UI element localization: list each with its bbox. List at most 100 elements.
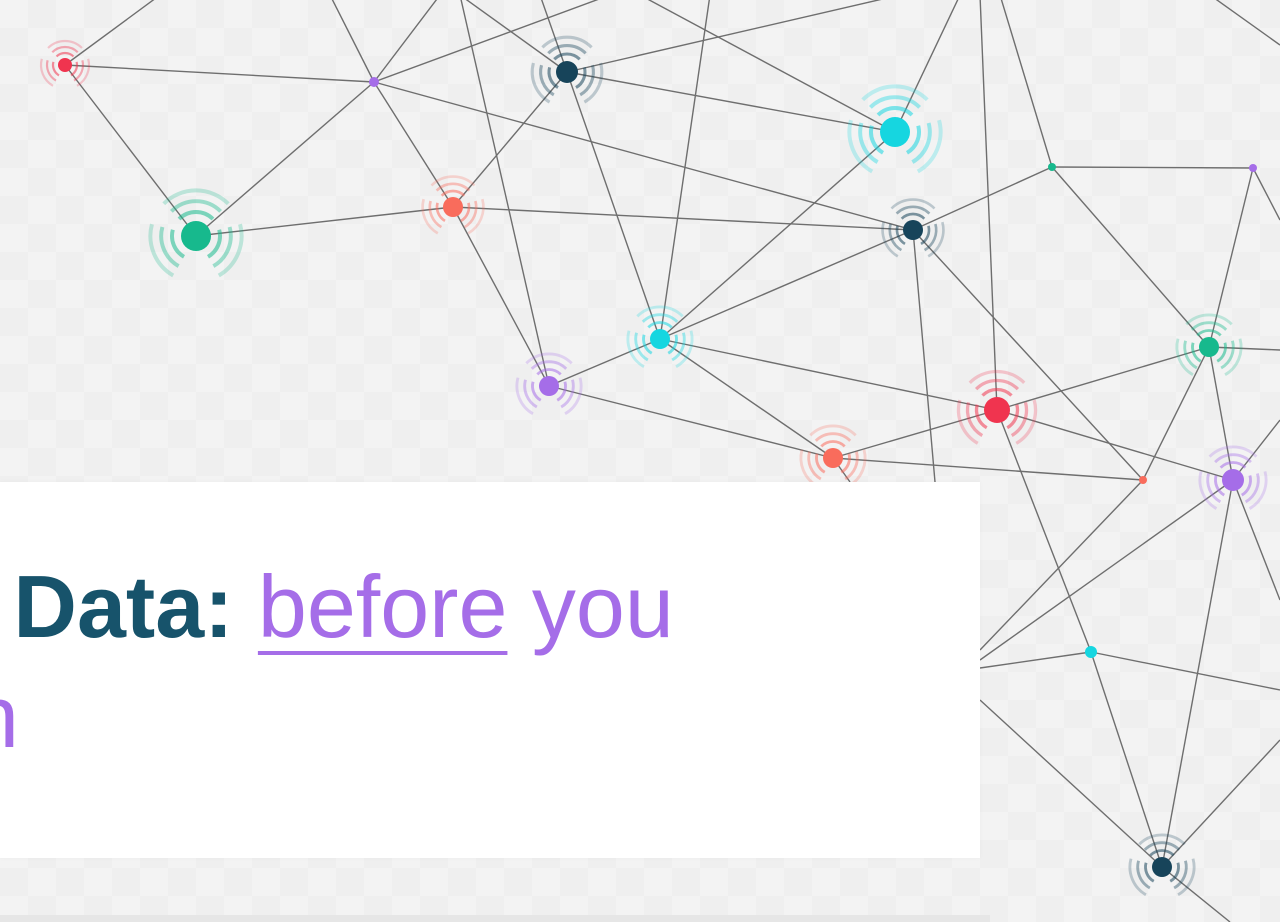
network-edge [1161,739,1280,868]
node-dot [650,329,670,349]
network-edge [1208,346,1280,351]
network-edge [894,0,959,133]
title-bold-text: k Data: [0,557,234,656]
network-edge [566,71,661,340]
signal-wave [553,52,581,61]
signal-wave [974,378,1020,391]
network-node [530,35,604,104]
signal-wave [1214,453,1252,464]
signal-wave [55,51,75,58]
network-node [515,352,583,416]
signal-wave [1196,329,1222,337]
network-node [421,175,485,235]
title-rest-text: you [507,557,674,656]
signal-wave [647,321,673,329]
node-dot [1222,469,1244,491]
network-edge [452,206,550,387]
network-edge [1232,419,1280,481]
network-node [1249,164,1257,172]
network-edge [979,479,1144,651]
network-edge [1161,866,1231,922]
network-node [1175,313,1243,377]
signal-wave [895,205,931,215]
node-dot [1152,857,1172,877]
network-edge [912,166,1053,231]
network-node [1085,646,1097,658]
network-edge [659,0,710,340]
network-edge [64,64,375,83]
signal-wave [876,106,914,117]
network-node [1198,445,1268,510]
signal-wave [868,95,922,109]
network-edge [647,0,896,133]
title-card [0,482,980,858]
network-edge [832,409,998,459]
signal-wave [536,368,562,376]
network-node [799,424,867,488]
network-edge [1051,166,1210,348]
network-edge [460,0,550,387]
signal-wave [900,212,926,220]
network-edge [64,64,197,237]
node-dot [443,197,463,217]
node-dot [556,61,578,83]
network-edge [659,229,914,340]
network-node [626,305,694,369]
node-dot [1139,476,1147,484]
network-edge [1252,167,1280,221]
signal-wave [547,44,587,55]
network-edge [331,0,375,83]
signal-wave [177,210,215,221]
network-edge [979,0,998,411]
node-dot [903,220,923,240]
network-edge [1215,0,1280,46]
node-dot [1048,163,1056,171]
node-dot [1085,646,1097,658]
signal-wave [1219,461,1247,469]
network-edge [979,479,1234,661]
signal-wave [641,313,679,323]
network-node [369,77,379,87]
network-edge [1232,479,1280,601]
signal-wave [169,199,223,213]
network-node [39,39,91,87]
network-edge [979,651,1092,669]
node-dot [181,221,211,251]
network-edge [195,206,454,237]
network-edge [195,81,375,237]
network-edge [1090,651,1280,691]
node-dot [984,397,1010,423]
network-node [881,198,945,258]
node-dot [369,77,379,87]
network-edge [996,409,1092,653]
node-dot [1199,337,1219,357]
node-dot [1249,164,1257,172]
slide-title: k Data: before you [0,552,940,662]
network-node [847,84,943,174]
network-edge [912,229,936,483]
network-edge [566,71,896,133]
signal-wave [820,440,846,448]
network-edge [465,0,568,73]
title-link-before[interactable]: before [258,557,508,656]
network-edge [1208,167,1254,348]
network-edge [1142,346,1210,481]
network-edge [1000,0,1053,168]
signal-wave [1149,849,1175,857]
node-dot [880,117,910,147]
signal-wave [1143,841,1181,851]
network-node [956,369,1038,445]
network-edge [548,338,661,387]
title-line-2: n [0,662,19,772]
node-dot [58,58,72,72]
node-dot [539,376,559,396]
signal-wave [1190,321,1228,331]
network-edge [548,385,834,459]
network-node [1048,163,1056,171]
network-edge [832,457,1144,481]
network-node [1139,476,1147,484]
signal-wave [51,45,79,54]
card-shadow-edge [0,915,990,922]
network-edge [64,0,155,66]
network-edge [566,0,882,73]
